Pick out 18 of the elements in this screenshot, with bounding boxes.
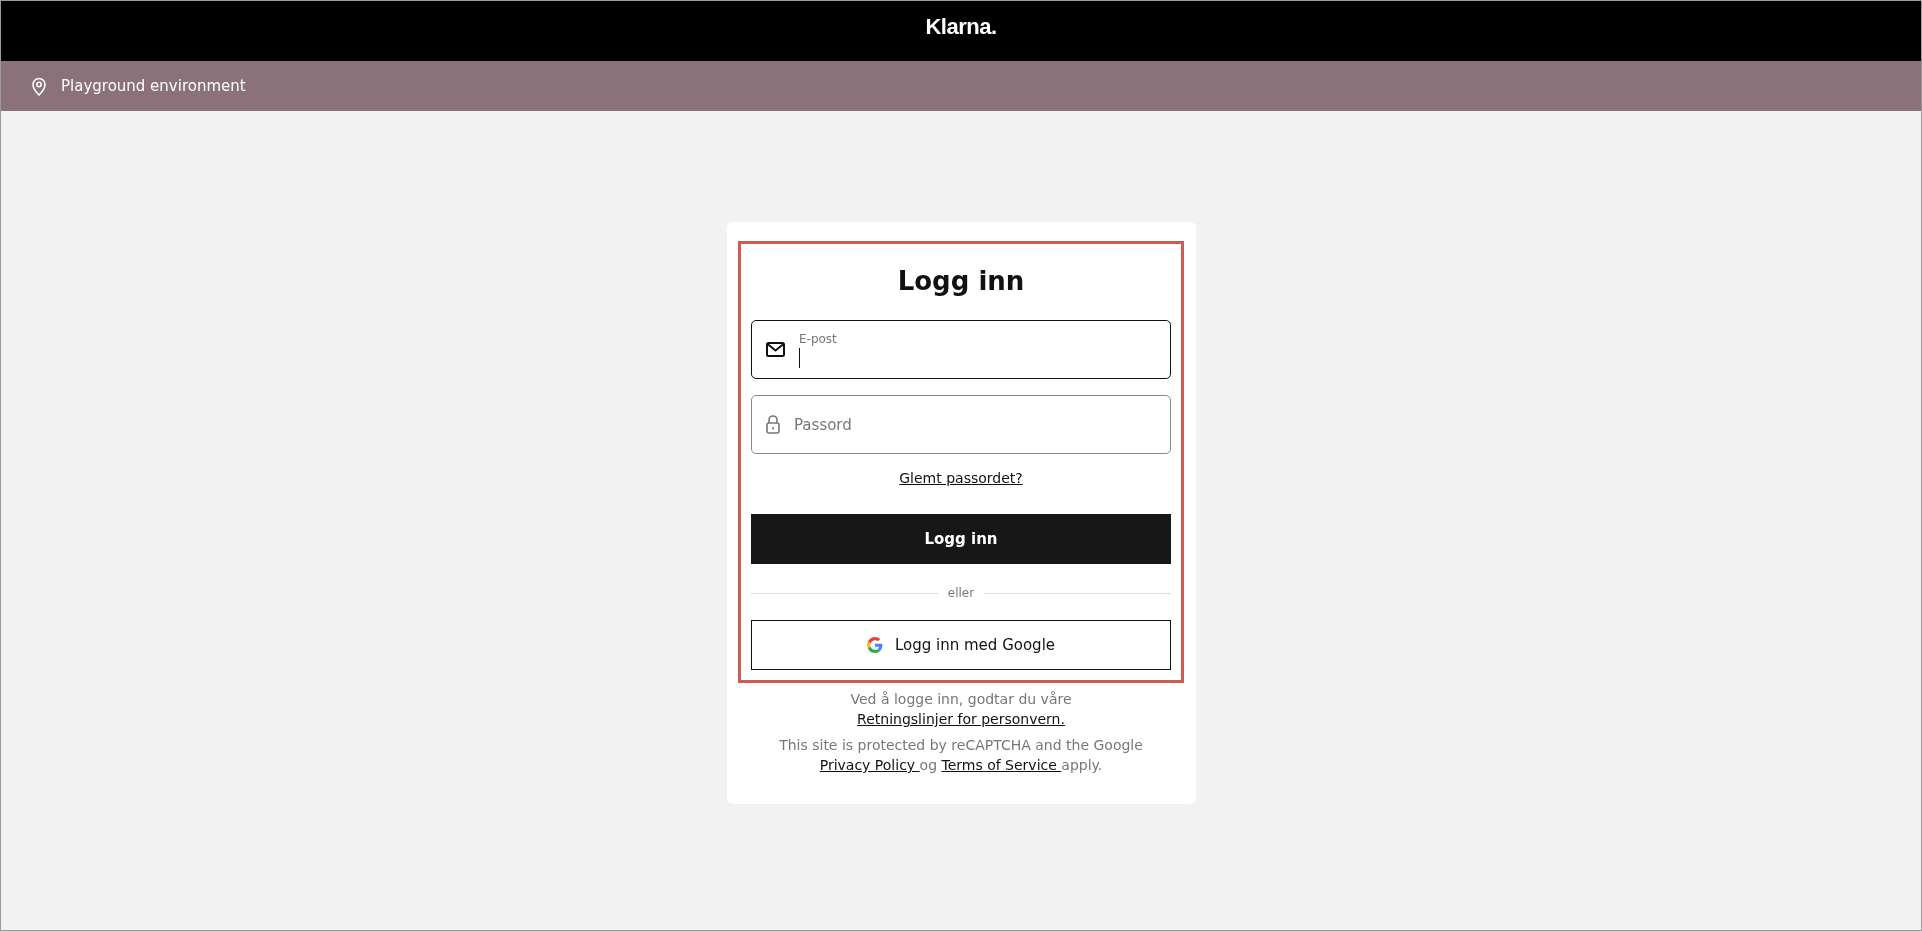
email-field[interactable]: E-post — [751, 320, 1171, 379]
divider-label: eller — [947, 586, 975, 600]
legal-text: Ved å logge inn, godtar du våre Retningslinjer for personvern. — [849, 690, 1073, 729]
google-g-icon — [866, 637, 883, 653]
password-field[interactable]: Passord — [751, 395, 1171, 454]
legal-link[interactable]: Terms of Service — [941, 757, 1062, 773]
legal-text: This site is protected by reCAPTCHA and the Google Privacy Policy og Terms of Service apply. — [778, 736, 1144, 775]
logo: Klarna. — [925, 14, 997, 40]
mail-icon — [766, 342, 785, 357]
location-pin-icon — [31, 76, 47, 96]
login-button[interactable]: Logg inn — [751, 514, 1171, 564]
login-title: Logg inn — [896, 266, 1026, 296]
legal-link[interactable]: Retningslinjer for personvern. — [857, 711, 1065, 727]
environment-label: Playground environment — [61, 77, 246, 95]
google-login-button[interactable]: Logg inn med Google — [751, 620, 1171, 670]
lock-icon — [766, 415, 780, 434]
legal-link[interactable]: Privacy Policy — [819, 757, 920, 773]
forgot-password-link[interactable]: Glemt passordet? — [899, 470, 1023, 486]
